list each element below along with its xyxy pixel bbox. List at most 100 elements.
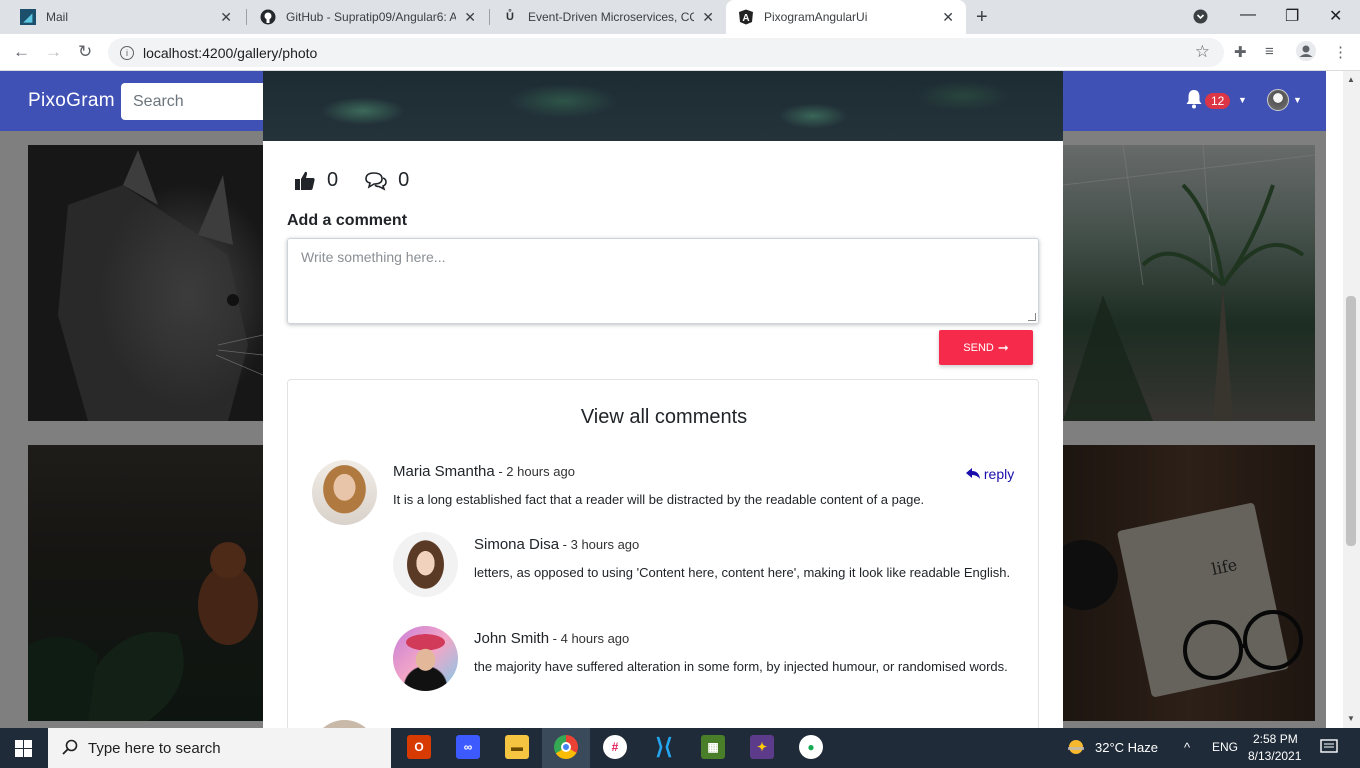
avatar	[393, 532, 458, 597]
tab-title: PixogramAngularUi	[764, 10, 868, 24]
bookmark-star-icon[interactable]: ☆	[1195, 42, 1210, 62]
bell-icon[interactable]	[1185, 89, 1203, 114]
comment-text: the majority have suffered alteration in…	[474, 659, 1008, 674]
comment-time: - 4 hours ago	[549, 631, 630, 646]
window-close-icon[interactable]: ✕	[1329, 6, 1342, 26]
avatar	[312, 720, 377, 728]
tab-pixogram[interactable]: A PixogramAngularUi ✕	[726, 0, 966, 34]
mongodb-compass-icon[interactable]: ●	[799, 735, 823, 759]
close-icon[interactable]: ✕	[220, 9, 232, 26]
language-indicator[interactable]: ENG	[1212, 740, 1238, 754]
reply-arrow-icon	[966, 466, 984, 482]
chrome-icon[interactable]	[554, 735, 578, 759]
github-icon	[260, 9, 276, 25]
tab-title: GitHub - Supratip09/Angular6: A	[286, 10, 457, 24]
resize-handle-icon[interactable]	[1028, 313, 1036, 321]
avatar	[312, 460, 377, 525]
scrollbar-thumb[interactable]	[1346, 296, 1356, 546]
comment-time: - 2 hours ago	[494, 464, 575, 479]
udemy-icon: Ů	[506, 11, 514, 23]
arrow-right-icon: ➞	[997, 339, 1009, 355]
author-name[interactable]: Simona Disa	[474, 536, 559, 553]
reply-label: reply	[983, 466, 1015, 482]
comment-time: - 3 hours ago	[559, 537, 640, 552]
reply-link[interactable]: reply	[966, 466, 1014, 482]
tab-title: Mail	[46, 10, 69, 24]
chevron-up-icon[interactable]: ^	[1184, 740, 1190, 755]
reload-icon[interactable]: ↻	[78, 42, 92, 62]
comments-card: View all comments Maria Smantha - 2 hour…	[287, 379, 1039, 728]
url-text: localhost:4200/gallery/photo	[143, 44, 318, 61]
media-queue-icon[interactable]: ≡	[1265, 43, 1274, 60]
comment-placeholder: Write something here...	[301, 249, 446, 265]
tab-udemy[interactable]: Ů Event-Driven Microservices, CQR ✕	[490, 0, 726, 34]
comments-title: View all comments	[580, 406, 748, 428]
close-icon[interactable]: ✕	[702, 9, 714, 26]
windows-taskbar: Type here to search O ∞ ▬ # ⟩⟨ ▦ ✦ ● 32°…	[0, 728, 1360, 768]
weather-text[interactable]: 32°C Haze	[1095, 740, 1158, 755]
brand-logo[interactable]: PixoGram	[28, 90, 115, 112]
forward-arrow-icon[interactable]: →	[45, 42, 62, 62]
scroll-up-icon[interactable]: ▲	[1347, 75, 1355, 84]
profile-icon[interactable]	[1296, 41, 1316, 65]
weather-sun-icon[interactable]	[1066, 737, 1086, 760]
back-arrow-icon[interactable]: ←	[13, 42, 30, 62]
file-explorer-icon[interactable]: ▬	[505, 735, 529, 759]
comment-text: It is a long established fact that a rea…	[393, 492, 925, 507]
comment-author: Simona Disa - 3 hours ago	[474, 536, 639, 553]
windows-start-icon[interactable]	[15, 740, 32, 757]
vscode-icon[interactable]: ⟩⟨	[652, 734, 676, 759]
visual-studio-icon[interactable]: ∞	[456, 735, 480, 759]
photo-modal: 0 0 Add a comment Write something here..…	[263, 71, 1063, 728]
info-icon[interactable]: i	[120, 45, 134, 60]
modal-photo	[263, 71, 1063, 141]
tab-mail[interactable]: ◢ Mail ✕	[8, 0, 244, 34]
taskbar-search-input[interactable]: Type here to search	[48, 728, 391, 768]
address-bar[interactable]: i localhost:4200/gallery/photo ☆	[108, 38, 1224, 67]
comment-text: letters, as opposed to using 'Content he…	[474, 565, 1011, 580]
comments-count: 0	[398, 169, 410, 191]
new-tab-plus-icon[interactable]: +	[976, 6, 988, 29]
minimize-icon[interactable]: —	[1240, 6, 1256, 24]
mail-icon: ◢	[20, 9, 36, 25]
browser-tab-bar: ◢ Mail ✕ GitHub - Supratip09/Angular6: A…	[0, 0, 1360, 34]
notification-badge: 12	[1205, 93, 1231, 109]
user-avatar[interactable]	[1267, 89, 1289, 111]
author-name[interactable]: Maria Smantha	[393, 463, 495, 480]
tab-title: Event-Driven Microservices, CQR	[528, 10, 695, 24]
avatar	[393, 626, 458, 691]
slack-icon[interactable]: #	[603, 735, 627, 759]
page-scrollbar[interactable]: ▲ ▼	[1343, 71, 1360, 728]
chrome-menu-icon[interactable]: ⋮	[1333, 43, 1348, 61]
likes-count: 0	[327, 169, 339, 191]
restore-icon[interactable]: ❐	[1285, 6, 1299, 26]
send-label: SEND	[963, 341, 994, 354]
notification-center-icon[interactable]	[1320, 738, 1338, 759]
thumbs-up-icon[interactable]	[293, 170, 317, 192]
search-icon	[62, 739, 78, 759]
tab-search-chevron-icon[interactable]	[1193, 9, 1208, 29]
scroll-down-icon[interactable]: ▼	[1347, 714, 1355, 723]
search-input[interactable]: Search	[121, 83, 271, 120]
comments-bubble-icon[interactable]	[364, 170, 388, 192]
office-icon[interactable]: O	[407, 735, 431, 759]
chevron-down-icon[interactable]: ▼	[1293, 95, 1302, 105]
tab-github[interactable]: GitHub - Supratip09/Angular6: A ✕	[248, 0, 488, 34]
close-icon[interactable]: ✕	[942, 9, 954, 26]
clock-date[interactable]: 8/13/2021	[1248, 749, 1301, 763]
comment-textarea[interactable]: Write something here...	[287, 238, 1039, 324]
svg-text:A: A	[742, 13, 749, 24]
comment-author: Maria Smantha - 2 hours ago	[393, 463, 575, 480]
author-name[interactable]: John Smith	[474, 630, 549, 647]
chart-app-icon[interactable]: ▦	[701, 735, 725, 759]
tool-app-icon[interactable]: ✦	[750, 735, 774, 759]
angular-icon: A	[738, 9, 754, 25]
chevron-down-icon[interactable]: ▼	[1238, 95, 1247, 105]
extensions-puzzle-icon[interactable]: ✚	[1234, 43, 1247, 61]
send-button[interactable]: SEND ➞	[939, 330, 1033, 365]
clock-time[interactable]: 2:58 PM	[1253, 732, 1298, 746]
close-icon[interactable]: ✕	[464, 9, 476, 26]
browser-toolbar: ← → ↻ i localhost:4200/gallery/photo ☆ ✚…	[0, 34, 1360, 71]
comment-author: John Smith - 4 hours ago	[474, 630, 629, 647]
add-comment-label: Add a comment	[287, 212, 408, 229]
